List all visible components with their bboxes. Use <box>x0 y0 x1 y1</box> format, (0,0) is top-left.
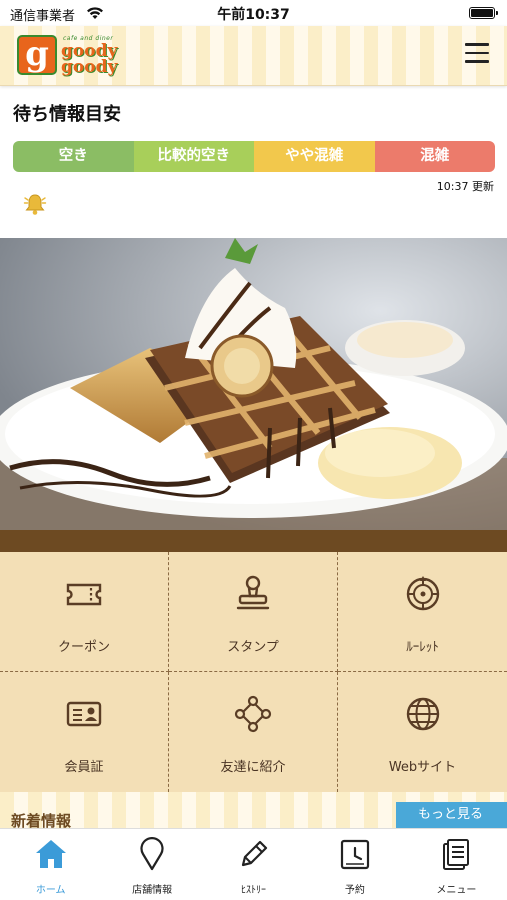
bottom-tab-bar: ホーム 店舗情報 ﾋｽﾄﾘｰ 予約 メニュー <box>0 828 507 900</box>
feature-menu-grid: クーポン スタンプ ﾙｰﾚｯﾄ 会員証 友達に紹介 Webサイト <box>0 552 507 792</box>
see-more-button[interactable]: もっと見る <box>396 802 507 828</box>
location-pin-icon <box>135 837 169 871</box>
menu-book-icon <box>439 837 473 871</box>
tab-home-label: ホーム <box>35 885 66 896</box>
wait-info-title: 待ち情報目安 <box>13 104 121 125</box>
crowd-level-empty: 空き <box>13 141 134 172</box>
status-bar: 通信事業者 午前10:37 <box>0 0 507 26</box>
divider-band <box>0 530 507 552</box>
crowd-level-bar: 空き 比較的空き やや混雑 混雑 <box>13 141 495 172</box>
app-header: g cafe and diner goody goody <box>0 26 507 86</box>
website-label: Webサイト <box>388 760 457 775</box>
last-updated: 10:37 更新 <box>436 180 494 193</box>
logo-word-bottom: goody <box>61 57 118 77</box>
tab-menu-label: メニュー <box>436 885 477 896</box>
coupon-label: クーポン <box>57 640 110 655</box>
news-title: 新着情報 <box>11 812 72 828</box>
battery-icon <box>469 7 498 19</box>
bell-icon[interactable] <box>22 191 48 221</box>
ticket-icon <box>63 574 105 614</box>
tab-menu[interactable]: メニュー <box>406 829 507 900</box>
clock-icon <box>338 837 372 871</box>
website-button[interactable]: Webサイト <box>338 672 507 792</box>
refer-friend-button[interactable]: 友達に紹介 <box>169 672 338 792</box>
tab-store-info[interactable]: 店舗情報 <box>101 829 202 900</box>
member-card-label: 会員証 <box>64 760 104 775</box>
globe-icon <box>402 694 444 734</box>
hamburger-icon[interactable] <box>465 43 489 65</box>
member-card-button[interactable]: 会員証 <box>0 672 169 792</box>
tab-history[interactable]: ﾋｽﾄﾘｰ <box>203 829 304 900</box>
tab-home[interactable]: ホーム <box>0 829 101 900</box>
tab-reservation[interactable]: 予約 <box>304 829 405 900</box>
status-time: 午前10:37 <box>217 7 290 23</box>
home-icon <box>34 837 68 871</box>
tab-store-info-label: 店舗情報 <box>132 885 173 896</box>
tab-history-label: ﾋｽﾄﾘｰ <box>241 885 267 896</box>
news-header: 新着情報 もっと見る <box>0 792 507 828</box>
goody-goody-logo[interactable]: g cafe and diner goody goody <box>17 35 129 77</box>
crowd-level-somewhat-busy: やや混雑 <box>254 141 375 172</box>
stamp-button[interactable]: スタンプ <box>169 552 338 672</box>
roulette-label: ﾙｰﾚｯﾄ <box>406 640 439 655</box>
roulette-button[interactable]: ﾙｰﾚｯﾄ <box>338 552 507 672</box>
logo-letter: g <box>17 35 57 75</box>
roulette-icon <box>402 574 444 614</box>
tab-reservation-label: 予約 <box>344 885 365 896</box>
stamp-icon <box>232 574 274 614</box>
waffle-dessert-photo <box>0 238 507 530</box>
pencil-icon <box>237 837 271 871</box>
member-card-icon <box>63 694 105 734</box>
crowd-level-fairly-empty: 比較的空き <box>133 141 254 172</box>
stamp-label: スタンプ <box>227 640 279 655</box>
refer-friend-label: 友達に紹介 <box>220 760 286 775</box>
crowd-level-busy: 混雑 <box>374 141 495 172</box>
coupon-button[interactable]: クーポン <box>0 552 169 672</box>
share-icon <box>232 694 274 734</box>
